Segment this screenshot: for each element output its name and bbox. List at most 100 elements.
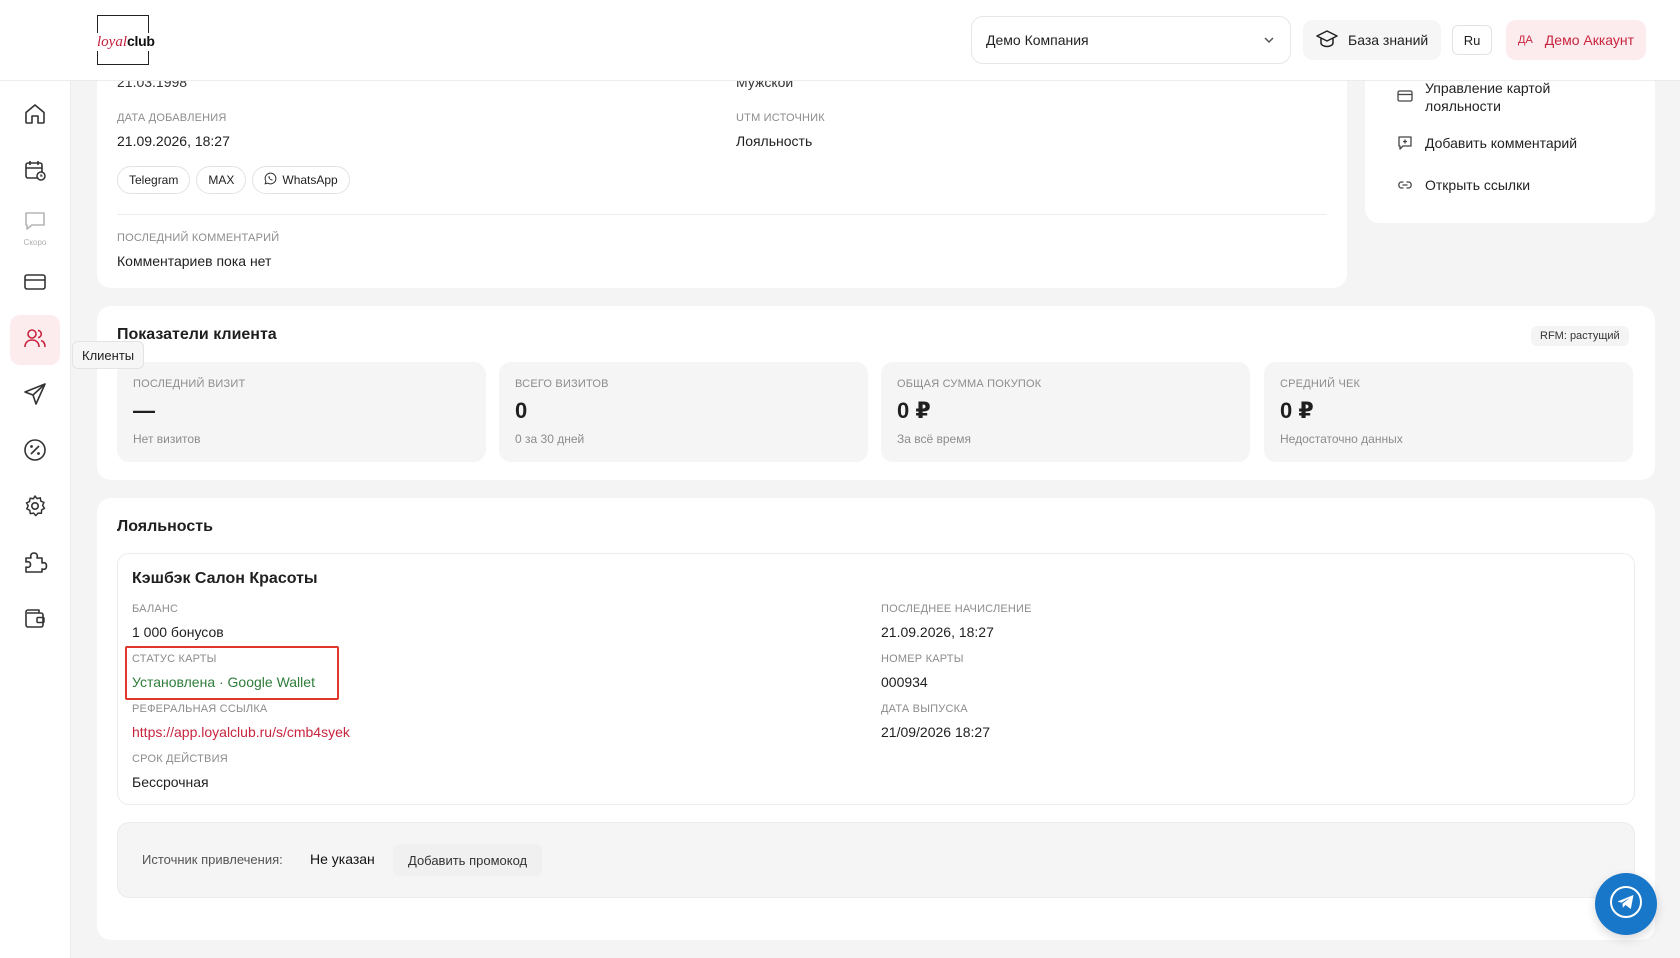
acquisition-source-value: Не указан	[310, 851, 375, 867]
telegram-support-button[interactable]	[1595, 873, 1657, 935]
stat-average-check-sub: Недостаточно данных	[1280, 432, 1403, 446]
sidebar-item-integrations[interactable]	[10, 539, 60, 589]
graduation-cap-icon	[1316, 29, 1338, 51]
calendar-icon	[23, 158, 47, 187]
added-date-value: 21.09.2026, 18:27	[117, 133, 230, 149]
home-icon	[23, 102, 47, 131]
balance-value: 1 000 бонусов	[132, 624, 224, 640]
send-icon	[23, 382, 47, 411]
card-icon	[1397, 89, 1413, 106]
wallet-icon	[23, 606, 47, 635]
sidebar-item-clients[interactable]	[10, 315, 60, 365]
utm-source-label: UTM источник	[736, 112, 825, 124]
sidebar-item-mailing[interactable]	[10, 371, 60, 421]
stat-last-visit-value: —	[133, 398, 155, 423]
rfm-badge: RFM: растущий	[1531, 326, 1629, 346]
telegram-icon	[1609, 885, 1643, 924]
sidebar: Скоро	[0, 81, 71, 958]
add-promo-button[interactable]: Добавить промокод	[393, 844, 543, 876]
stat-total-visits-label: Всего визитов	[515, 378, 609, 390]
card-status-highlight	[125, 646, 339, 700]
percent-icon	[23, 438, 47, 467]
issue-date-value: 21/09/2026 18:27	[881, 724, 990, 740]
stat-last-visit-label: Последний визит	[133, 378, 246, 390]
company-select[interactable]: Демо Компания	[971, 16, 1291, 64]
card-icon	[23, 270, 47, 299]
sidebar-item-settings[interactable]	[10, 483, 60, 533]
knowledge-base-label: База знаний	[1348, 32, 1429, 48]
gear-icon	[23, 494, 47, 523]
users-icon	[23, 326, 47, 355]
avatar: ДА	[1518, 34, 1533, 46]
stat-total-visits-sub: 0 за 30 дней	[515, 432, 585, 446]
company-select-value: Демо Компания	[986, 32, 1089, 48]
chip-whatsapp[interactable]: WhatsApp	[252, 166, 350, 194]
sidebar-tooltip: Клиенты	[72, 341, 145, 369]
acquisition-source-label: Источник привлечения:	[142, 852, 283, 867]
account-button[interactable]: ДА Демо Аккаунт	[1506, 20, 1647, 60]
stat-total-purchases-value: 0 ₽	[897, 398, 931, 423]
logo-part-club: club	[127, 33, 155, 49]
added-date-label: Дата добавления	[117, 112, 227, 124]
sidebar-item-discounts[interactable]	[10, 427, 60, 477]
referral-link[interactable]: https://app.loyalclub.ru/s/cmb4syek	[132, 724, 350, 740]
logo-part-loyal: loyal	[97, 34, 127, 50]
sidebar-item-chat[interactable]: Скоро	[10, 203, 60, 253]
puzzle-icon	[22, 549, 48, 580]
logo-text: loyalclub	[96, 33, 156, 51]
chip-telegram-label: Telegram	[129, 173, 179, 187]
divider	[117, 214, 1327, 215]
top-bar: loyalclub Демо Компания База знаний Ru Д…	[0, 0, 1680, 81]
whatsapp-icon	[264, 172, 277, 188]
loyalty-program-panel	[117, 553, 1635, 805]
validity-label: Срок действия	[132, 753, 228, 765]
manage-loyalty-card-action[interactable]: Управление картой лояльности	[1397, 79, 1575, 115]
app-logo[interactable]: loyalclub	[96, 15, 156, 65]
language-button[interactable]: Ru	[1452, 25, 1492, 55]
chip-telegram[interactable]: Telegram	[117, 166, 191, 194]
add-comment-action[interactable]: Добавить комментарий	[1397, 135, 1577, 154]
program-name: Кэшбэк Салон Красоты	[132, 570, 318, 587]
sidebar-item-wallet[interactable]	[10, 595, 60, 645]
last-accrual-value: 21.09.2026, 18:27	[881, 624, 994, 640]
stat-total-purchases-sub: За всё время	[897, 432, 971, 446]
comment-plus-icon	[1397, 135, 1413, 154]
link-icon	[1397, 177, 1413, 196]
sidebar-item-home[interactable]	[10, 91, 60, 141]
balance-label: Баланс	[132, 603, 179, 615]
chip-max[interactable]: MAX	[196, 166, 247, 194]
stat-average-check: Средний чек 0 ₽ Недостаточно данных	[1264, 362, 1633, 462]
account-name: Демо Аккаунт	[1544, 32, 1635, 48]
last-comment-value: Комментариев пока нет	[117, 253, 272, 269]
issue-date-label: Дата выпуска	[881, 703, 968, 715]
chip-whatsapp-label: WhatsApp	[282, 173, 338, 187]
messenger-chips: Telegram MAX WhatsApp	[117, 166, 356, 194]
stat-total-visits: Всего визитов 0 0 за 30 дней	[499, 362, 868, 462]
chevron-down-icon	[1262, 33, 1276, 50]
stat-last-visit-sub: Нет визитов	[133, 432, 201, 446]
chat-icon	[23, 210, 47, 237]
sidebar-item-soon-label: Скоро	[23, 237, 47, 247]
manage-loyalty-card-label: Управление картой лояльности	[1425, 80, 1551, 114]
stat-last-visit: Последний визит — Нет визитов	[117, 362, 486, 462]
stat-average-check-value: 0 ₽	[1280, 398, 1314, 423]
card-number-value: 000934	[881, 674, 928, 690]
sidebar-item-calendar[interactable]	[10, 147, 60, 197]
open-links-label: Открыть ссылки	[1425, 177, 1531, 193]
stat-total-purchases: Общая сумма покупок 0 ₽ За всё время	[881, 362, 1250, 462]
card-number-label: Номер карты	[881, 653, 964, 665]
chip-max-label: MAX	[208, 173, 235, 187]
last-comment-label: Последний комментарий	[117, 232, 280, 244]
sidebar-item-cards[interactable]	[10, 259, 60, 309]
open-links-action[interactable]: Открыть ссылки	[1397, 177, 1530, 196]
knowledge-base-button[interactable]: База знаний	[1303, 20, 1442, 60]
loyalty-title: Лояльность	[117, 518, 213, 535]
stat-total-purchases-label: Общая сумма покупок	[897, 378, 1042, 390]
add-comment-label: Добавить комментарий	[1425, 135, 1578, 151]
referral-link-label: Реферальная ссылка	[132, 703, 268, 715]
last-accrual-label: Последнее начисление	[881, 603, 1032, 615]
validity-value: Бессрочная	[132, 774, 209, 790]
utm-source-value: Лояльность	[736, 133, 813, 149]
stat-average-check-label: Средний чек	[1280, 378, 1361, 390]
stat-total-visits-value: 0	[515, 398, 528, 423]
